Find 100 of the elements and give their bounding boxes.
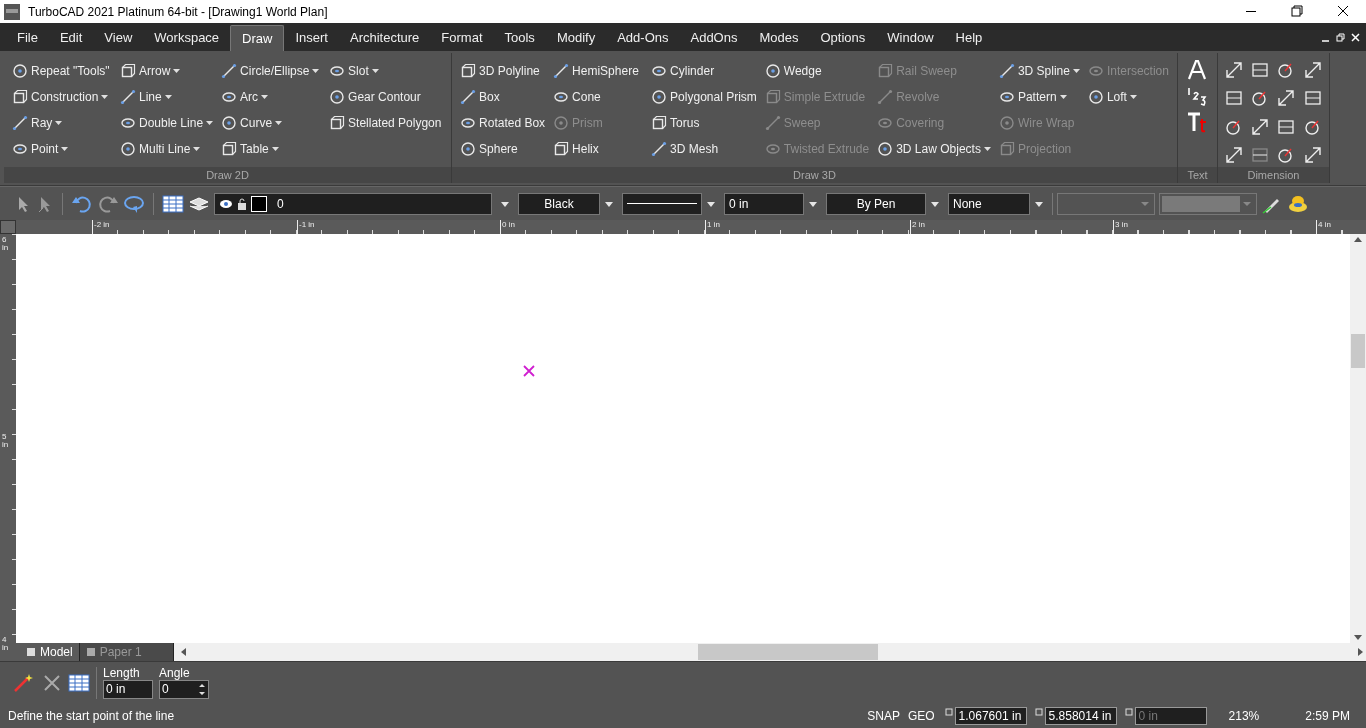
ribbon-tool-button[interactable]: Stellated Polygon <box>325 110 446 136</box>
ribbon-tool-button[interactable]: 3D Law Objects <box>873 136 995 162</box>
menu-tab[interactable]: View <box>93 25 144 51</box>
line-width-combo[interactable]: 0 in <box>724 192 804 215</box>
caret-icon <box>261 95 269 99</box>
dimension-tool-icon[interactable] <box>1302 60 1323 80</box>
ribbon-tool-button[interactable]: Construction <box>8 84 113 110</box>
sheet-tab[interactable]: Model <box>20 643 80 661</box>
ribbon-tool-button[interactable]: Cylinder <box>647 58 719 84</box>
text-tool-icon[interactable] <box>1186 59 1209 81</box>
menu-tab[interactable]: Format <box>430 25 494 51</box>
scroll-thumb[interactable] <box>697 644 878 660</box>
dimension-tool-icon[interactable] <box>1250 60 1271 80</box>
restore-icon[interactable] <box>1336 32 1345 42</box>
menu-tab[interactable]: Architecture <box>338 25 431 51</box>
ribbon-tool-button[interactable]: Box <box>456 84 504 110</box>
dimension-tool-icon[interactable] <box>1302 144 1323 165</box>
caret-icon <box>193 147 201 151</box>
ribbon-tool-button[interactable]: Gear Contour <box>325 84 425 110</box>
ribbon-tool-button[interactable]: 3D Polyline <box>456 58 544 84</box>
caret-icon <box>271 147 279 151</box>
close-icon[interactable] <box>1351 32 1360 42</box>
tool-icon <box>120 89 136 105</box>
tool-icon <box>764 63 781 79</box>
dimension-tool-icon[interactable] <box>1276 88 1297 109</box>
vertical-scrollbar[interactable] <box>1350 234 1366 643</box>
ribbon-tool-button[interactable]: Helix <box>549 136 603 162</box>
eye-icon <box>219 198 233 209</box>
sheet-icon <box>26 647 36 657</box>
scroll-up-icon[interactable] <box>1354 237 1362 242</box>
menu-tab[interactable]: AddOns <box>679 25 749 51</box>
repeat-icon[interactable] <box>123 193 145 214</box>
tool-icon <box>553 141 570 157</box>
ribbon-tool-button[interactable]: Point <box>8 136 73 162</box>
coordinate-field[interactable]: 1.067601 in <box>954 706 1027 725</box>
menu-tab[interactable]: Tools <box>493 25 546 51</box>
menu-tab[interactable]: Insert <box>284 25 339 51</box>
menu-tab[interactable]: Edit <box>48 25 94 51</box>
ruler-label: 6 in <box>2 236 10 252</box>
color-combo[interactable]: Black <box>518 192 600 215</box>
layer-field[interactable]: 0 <box>214 192 492 215</box>
ribbon-tool-button[interactable]: Pattern <box>994 84 1071 110</box>
dimension-tool-icon[interactable] <box>1250 116 1271 137</box>
ribbon-tool-button[interactable]: Line <box>116 84 176 110</box>
menu-tab[interactable]: Modes <box>748 25 810 51</box>
cancel-icon[interactable] <box>42 672 62 693</box>
ribbon-tool-button[interactable]: Rotated Box <box>456 110 550 136</box>
menu-tab[interactable]: Workspace <box>143 25 231 51</box>
ribbon-tool-button[interactable]: 3D Mesh <box>647 136 723 162</box>
ribbon-tool-button[interactable]: Multi Line <box>116 136 205 162</box>
text-style-icon[interactable] <box>1186 111 1209 133</box>
snap-toggle[interactable]: SNAP <box>867 706 900 725</box>
menu-tab[interactable]: Window <box>876 25 945 51</box>
table-icon[interactable] <box>162 193 184 214</box>
scroll-thumb[interactable] <box>1351 334 1365 368</box>
table-icon[interactable] <box>68 672 90 693</box>
pattern-combo[interactable]: None <box>948 192 1030 215</box>
ribbon-tool-button[interactable]: Double Line <box>116 110 218 136</box>
tool-icon <box>764 115 781 131</box>
ribbon-tool-button[interactable]: Polygonal Prism <box>647 84 761 110</box>
menu-tab[interactable]: File <box>6 25 49 51</box>
length-field[interactable]: 0 in <box>103 680 153 699</box>
ribbon-tool-button[interactable]: Cone <box>549 84 605 110</box>
scroll-right-icon[interactable] <box>1358 648 1363 656</box>
scroll-left-icon[interactable] <box>180 648 186 656</box>
ribbon-tool-button[interactable]: Torus <box>647 110 704 136</box>
tool-icon <box>553 89 570 105</box>
ribbon-tool-button[interactable]: HemiSphere <box>549 58 643 84</box>
menu-tab[interactable]: Add-Ons <box>606 25 680 51</box>
ribbon-tool-button[interactable]: Curve <box>217 110 287 136</box>
tool-icon <box>1087 89 1104 105</box>
menu-tab[interactable]: Draw <box>230 25 285 51</box>
scroll-down-icon[interactable] <box>1354 635 1362 640</box>
angle-field[interactable]: 0 <box>159 680 209 699</box>
ribbon-tool-button[interactable]: Loft <box>1083 84 1141 110</box>
ribbon-tool-button[interactable]: Wedge <box>760 58 826 84</box>
menu-tab[interactable]: Modify <box>545 25 607 51</box>
pen-combo[interactable]: By Pen <box>826 192 926 215</box>
coordinate-field[interactable]: 5.858014 in <box>1044 706 1117 725</box>
geo-toggle[interactable]: GEO <box>907 706 935 725</box>
menu-tab[interactable]: Options <box>809 25 877 51</box>
dimension-tool-icon[interactable] <box>1223 144 1244 165</box>
ribbon-tool-button[interactable]: Slot <box>325 58 383 84</box>
line-style-combo[interactable] <box>622 192 702 215</box>
ribbon-tool-button[interactable]: 3D Spline <box>994 58 1084 84</box>
ribbon-tool-button[interactable]: Arrow <box>116 58 185 84</box>
number-tool-icon[interactable] <box>1186 85 1209 107</box>
ribbon-tool-button[interactable]: Sphere <box>456 136 522 162</box>
ribbon-tool-button[interactable]: Repeat "Tools" <box>8 58 114 84</box>
ribbon-tool-button[interactable]: Arc <box>217 84 273 110</box>
tool-icon <box>221 63 238 79</box>
lock-icon <box>237 197 247 210</box>
ribbon-tool-button[interactable]: Ray <box>8 110 67 136</box>
spinner-icon[interactable] <box>198 681 206 698</box>
dimension-tool-icon[interactable] <box>1223 60 1244 80</box>
menu-tab[interactable]: Help <box>944 25 994 51</box>
ribbon-tool-button[interactable]: Table <box>217 136 283 162</box>
ribbon-tool-button[interactable]: Circle/Ellipse <box>217 58 324 84</box>
coordinate-field[interactable]: 0 in <box>1134 706 1207 725</box>
tool-icon <box>651 141 668 157</box>
